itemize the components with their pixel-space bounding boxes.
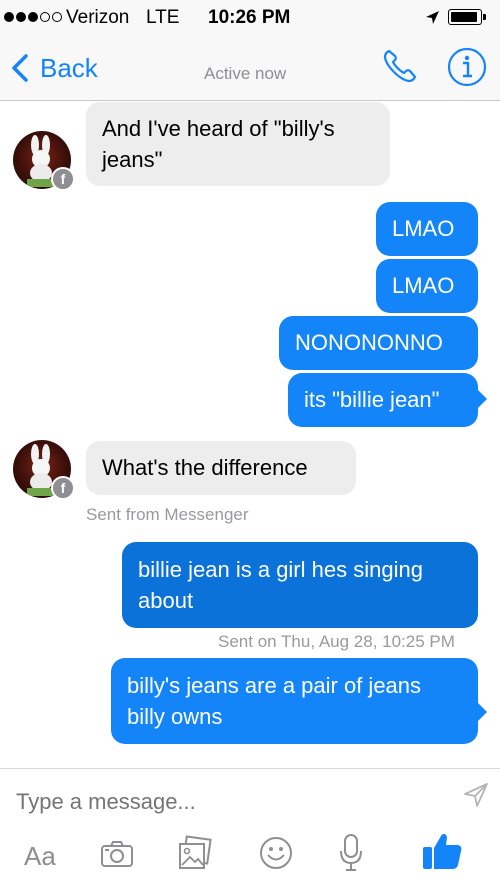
message-bubble-outgoing[interactable]: LMAO <box>376 202 478 256</box>
status-time: 10:26 PM <box>208 7 291 28</box>
message-bubble-incoming[interactable]: What's the difference <box>86 441 356 495</box>
location-arrow-icon <box>426 11 439 24</box>
message-line: billie jean is a girl hes singing <box>138 557 423 582</box>
message-bubble-outgoing[interactable]: NONONONNO <box>279 316 478 370</box>
message-line: NONONONNO <box>295 330 443 355</box>
chevron-left-icon <box>12 54 28 82</box>
gallery-icon[interactable] <box>176 835 214 873</box>
bubble-tail <box>478 390 487 408</box>
message-line: jeans" <box>102 147 163 172</box>
status-bar: Verizon LTE 10:26 PM <box>0 0 500 36</box>
message-line: And I've heard of "billy's <box>102 116 335 141</box>
sent-from-label: Sent from Messenger <box>86 505 249 524</box>
thumbs-up-icon[interactable] <box>420 829 464 873</box>
message-bubble-outgoing[interactable]: its "billie jean" <box>288 373 478 427</box>
message-line: its "billie jean" <box>304 387 440 412</box>
message-line: What's the difference <box>102 455 308 480</box>
sent-timestamp: Sent on Thu, Aug 28, 10:25 PM <box>218 632 455 651</box>
conversation-subtitle: Active now <box>204 64 287 83</box>
message-bubble-outgoing[interactable]: billie jean is a girl hes singing about <box>122 542 478 628</box>
composer-bar: Aa <box>0 768 500 889</box>
facebook-badge-icon: f <box>51 476 75 500</box>
message-line: billy's jeans are a pair of jeans <box>127 673 422 698</box>
network-type: LTE <box>146 7 180 28</box>
emoji-icon[interactable] <box>258 835 294 871</box>
message-line: LMAO <box>392 216 455 241</box>
microphone-icon[interactable] <box>338 833 364 873</box>
message-bubble-outgoing[interactable]: LMAO <box>376 259 478 313</box>
phone-icon[interactable] <box>380 46 420 86</box>
camera-icon[interactable] <box>100 837 134 871</box>
signal-strength-icon <box>4 12 62 22</box>
back-label: Back <box>40 52 98 83</box>
info-icon[interactable] <box>446 46 488 88</box>
message-bubble-incoming[interactable]: And I've heard of "billy's jeans" <box>86 102 390 186</box>
navigation-bar: Back Active now <box>0 36 500 101</box>
bubble-tail <box>478 703 487 721</box>
battery-icon <box>448 9 488 27</box>
message-input[interactable] <box>14 779 438 825</box>
send-icon[interactable] <box>462 781 490 809</box>
message-line: billy owns <box>127 704 223 729</box>
facebook-badge-icon: f <box>51 167 75 191</box>
back-button[interactable]: Back <box>10 48 98 88</box>
text-format-button[interactable]: Aa <box>24 841 56 872</box>
message-line: about <box>138 588 194 613</box>
message-line: LMAO <box>392 273 455 298</box>
message-bubble-outgoing[interactable]: billy's jeans are a pair of jeans billy … <box>111 658 478 744</box>
contact-avatar[interactable]: f <box>13 440 75 500</box>
carrier-name: Verizon <box>66 7 130 28</box>
contact-avatar[interactable]: f <box>13 131 75 191</box>
